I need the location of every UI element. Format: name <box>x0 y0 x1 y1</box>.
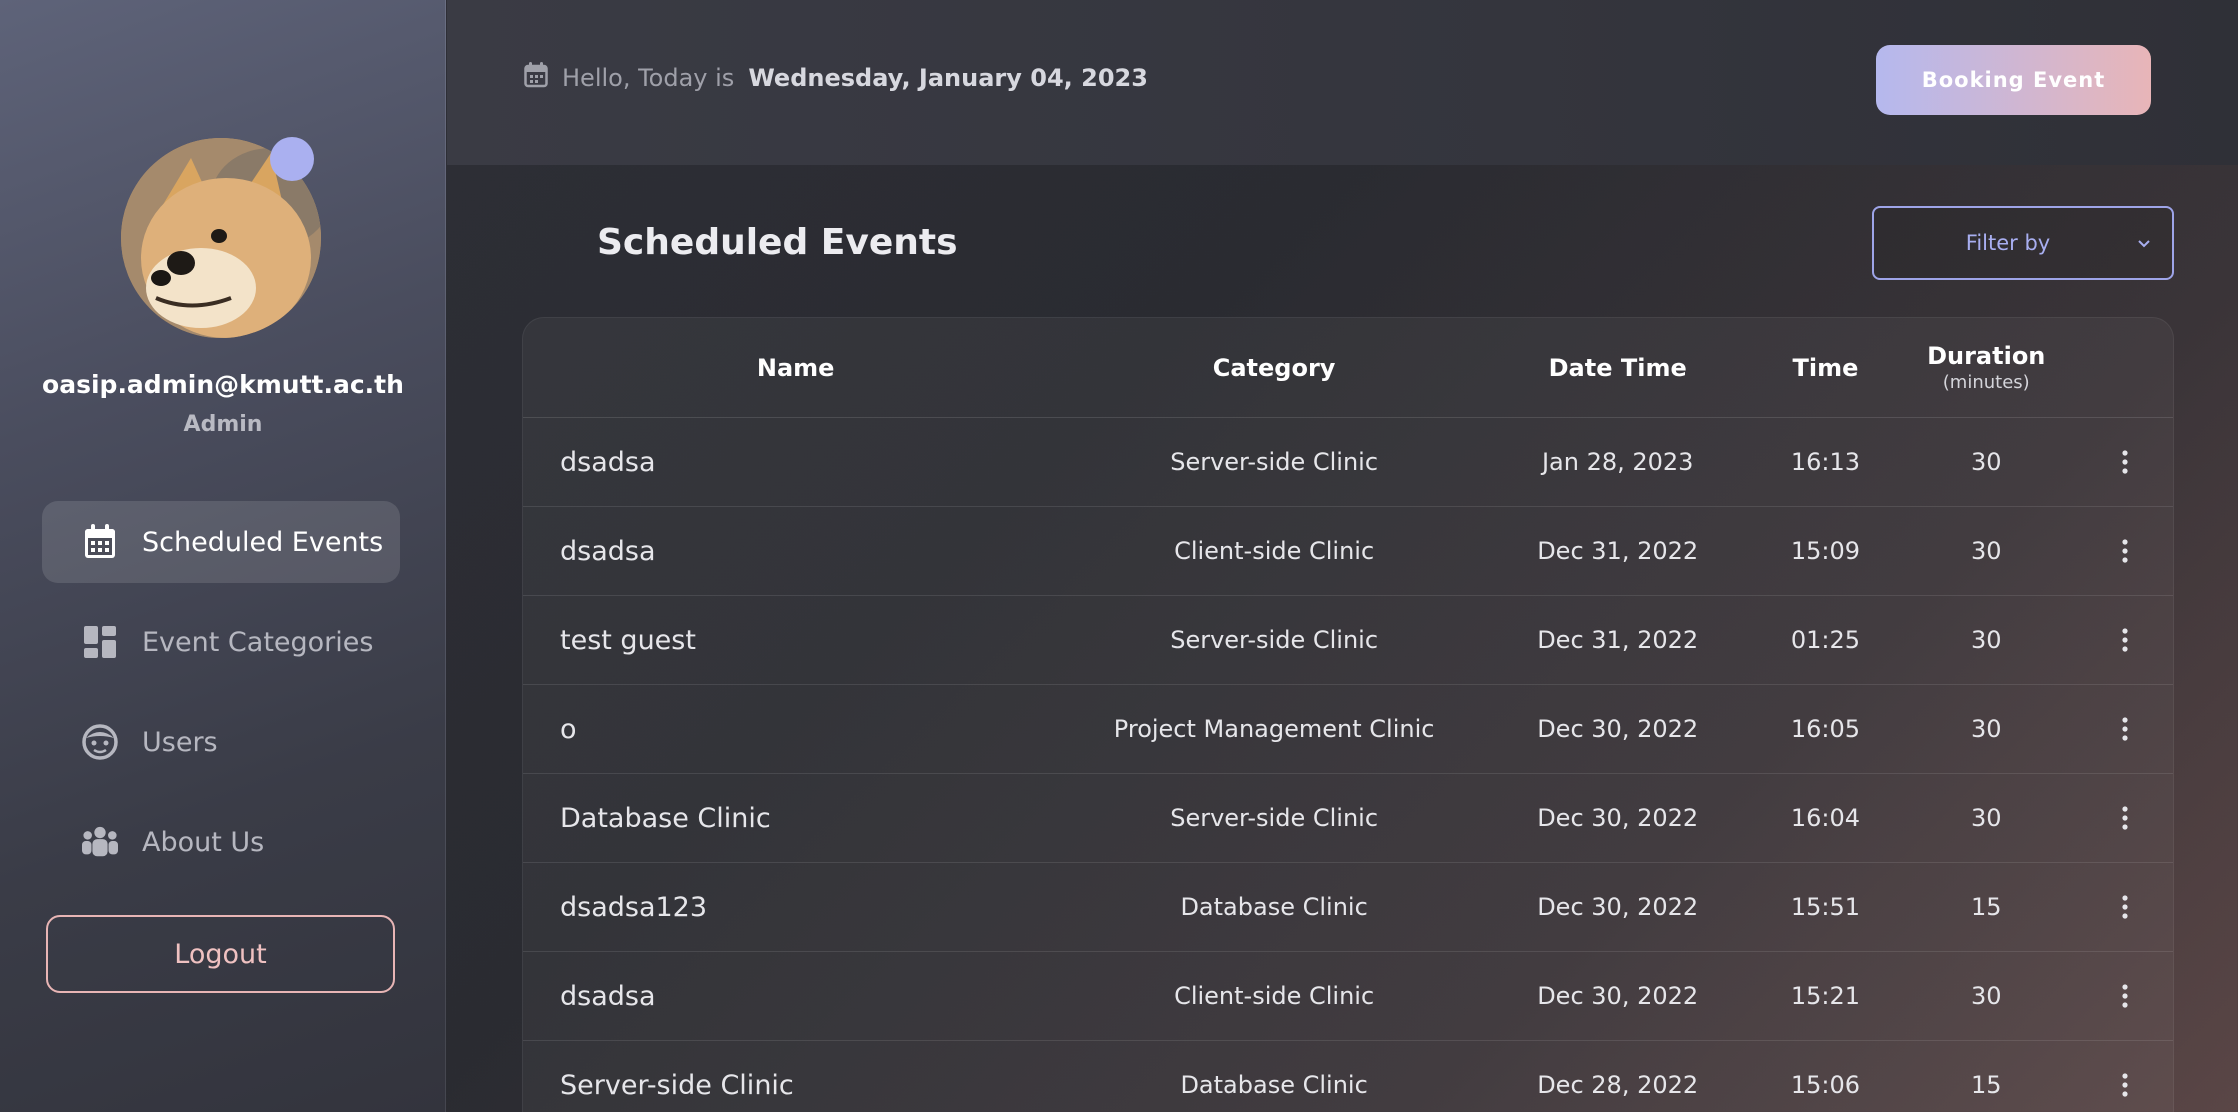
event-name: dsadsa <box>560 980 656 1012</box>
event-name: dsadsa <box>560 446 656 478</box>
calendar-icon <box>82 524 118 560</box>
more-options-icon[interactable] <box>2077 450 2173 474</box>
duration-label: Duration <box>1927 342 2046 370</box>
event-time: 15:51 <box>1790 893 1861 921</box>
greeting: Hello, Today is Wednesday, January 04, 2… <box>524 62 1148 94</box>
event-date: Dec 30, 2022 <box>1537 893 1699 921</box>
filter-select[interactable]: Filter by <box>1872 206 2174 280</box>
event-date: Dec 28, 2022 <box>1537 1071 1699 1099</box>
user-role: Admin <box>183 412 263 437</box>
user-face-icon <box>82 724 118 760</box>
event-category: Project Management Clinic <box>1113 715 1435 743</box>
sidebar-item-users[interactable]: Users <box>42 701 400 783</box>
chevron-down-icon <box>2116 239 2172 248</box>
more-options-icon[interactable] <box>2077 806 2173 830</box>
event-name: Database Clinic <box>560 802 771 834</box>
table-row[interactable]: dsadsa Server-side Clinic Jan 28, 2023 1… <box>523 418 2173 507</box>
event-date: Jan 28, 2023 <box>1541 448 1694 476</box>
event-name: o <box>560 713 577 745</box>
event-category: Client-side Clinic <box>1174 537 1375 565</box>
event-category: Server-side Clinic <box>1170 448 1379 476</box>
event-duration: 30 <box>1970 537 2002 565</box>
event-duration: 30 <box>1970 448 2002 476</box>
duration-unit: (minutes) <box>1942 372 2030 393</box>
today-date: Wednesday, January 04, 2023 <box>748 64 1148 92</box>
event-time: 16:04 <box>1790 804 1861 832</box>
event-date: Dec 31, 2022 <box>1537 626 1699 654</box>
avatar-container <box>121 137 321 338</box>
page-title: Scheduled Events <box>597 222 958 263</box>
event-name: dsadsa123 <box>560 891 708 923</box>
event-time: 15:06 <box>1790 1071 1861 1099</box>
sidebar-item-label: Users <box>142 726 218 758</box>
event-date: Dec 30, 2022 <box>1537 715 1699 743</box>
event-duration: 15 <box>1970 893 2002 921</box>
event-category: Database Clinic <box>1180 893 1368 921</box>
event-name: dsadsa <box>560 535 656 567</box>
column-header-time: Time <box>1792 353 1859 382</box>
event-date: Dec 31, 2022 <box>1537 537 1699 565</box>
table-row[interactable]: Server-side Clinic Database Clinic Dec 2… <box>523 1041 2173 1112</box>
event-date: Dec 30, 2022 <box>1537 804 1699 832</box>
table-row[interactable]: test guest Server-side Clinic Dec 31, 20… <box>523 596 2173 685</box>
filter-label: Filter by <box>1965 231 2051 255</box>
more-options-icon[interactable] <box>2077 1073 2173 1097</box>
event-duration: 15 <box>1970 1071 2002 1099</box>
user-email: oasip.admin@kmutt.ac.th <box>42 370 404 399</box>
more-options-icon[interactable] <box>2077 717 2173 741</box>
status-indicator <box>270 137 314 181</box>
event-duration: 30 <box>1970 982 2002 1010</box>
column-header-category: Category <box>1212 353 1336 382</box>
table-header: Name Category Date Time Time Duration (m… <box>523 318 2173 418</box>
event-name: Server-side Clinic <box>560 1069 794 1101</box>
table-row[interactable]: Database Clinic Server-side Clinic Dec 3… <box>523 774 2173 863</box>
sidebar: oasip.admin@kmutt.ac.th Admin Scheduled … <box>0 0 446 1112</box>
event-time: 16:05 <box>1790 715 1861 743</box>
event-time: 16:13 <box>1790 448 1861 476</box>
event-category: Database Clinic <box>1180 1071 1368 1099</box>
event-category: Server-side Clinic <box>1170 626 1379 654</box>
more-options-icon[interactable] <box>2077 984 2173 1008</box>
column-header-name: Name <box>756 353 835 382</box>
sidebar-item-event-categories[interactable]: Event Categories <box>42 601 400 683</box>
event-time: 15:21 <box>1790 982 1861 1010</box>
table-body: dsadsa Server-side Clinic Jan 28, 2023 1… <box>523 418 2173 1112</box>
event-duration: 30 <box>1970 804 2002 832</box>
sidebar-item-label: About Us <box>142 826 265 858</box>
event-duration: 30 <box>1970 715 2002 743</box>
sidebar-item-about-us[interactable]: About Us <box>42 801 400 883</box>
events-table: Name Category Date Time Time Duration (m… <box>522 317 2174 1112</box>
event-date: Dec 30, 2022 <box>1537 982 1699 1010</box>
booking-event-button[interactable]: Booking Event <box>1876 45 2151 115</box>
sidebar-item-label: Scheduled Events <box>142 526 384 558</box>
event-time: 15:09 <box>1790 537 1861 565</box>
logout-button[interactable]: Logout <box>46 915 395 993</box>
event-time: 01:25 <box>1790 626 1861 654</box>
table-row[interactable]: dsadsa123 Database Clinic Dec 30, 2022 1… <box>523 863 2173 952</box>
calendar-icon <box>524 62 548 94</box>
more-options-icon[interactable] <box>2077 628 2173 652</box>
event-name: test guest <box>560 624 696 656</box>
column-header-duration: Duration (minutes) <box>1895 342 2077 393</box>
event-duration: 30 <box>1970 626 2002 654</box>
more-options-icon[interactable] <box>2077 895 2173 919</box>
event-category: Client-side Clinic <box>1174 982 1375 1010</box>
event-category: Server-side Clinic <box>1170 804 1379 832</box>
grid-icon <box>82 624 118 660</box>
column-header-datetime: Date Time <box>1548 353 1687 382</box>
more-options-icon[interactable] <box>2077 539 2173 563</box>
table-row[interactable]: o Project Management Clinic Dec 30, 2022… <box>523 685 2173 774</box>
table-row[interactable]: dsadsa Client-side Clinic Dec 30, 2022 1… <box>523 952 2173 1041</box>
greeting-text: Hello, Today is <box>562 64 735 92</box>
sidebar-item-scheduled-events[interactable]: Scheduled Events <box>42 501 400 583</box>
table-row[interactable]: dsadsa Client-side Clinic Dec 31, 2022 1… <box>523 507 2173 596</box>
team-icon <box>82 824 118 860</box>
sidebar-item-label: Event Categories <box>142 626 374 658</box>
